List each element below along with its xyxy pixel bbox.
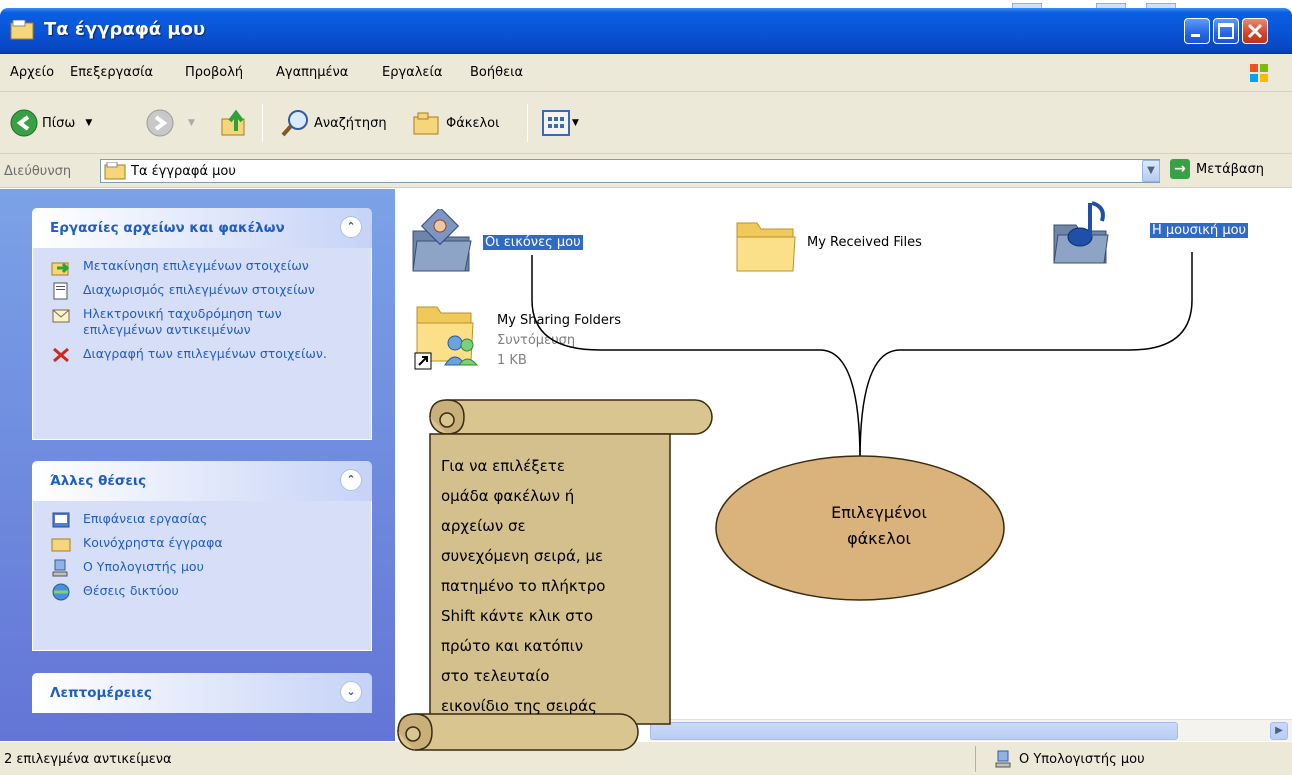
instruction-line: συνεχόμενη σειρά, με <box>441 547 604 565</box>
instruction-line: ομάδα φακέλων ή <box>441 487 575 505</box>
instruction-line: πατημένο το πλήκτρο <box>441 577 606 595</box>
instruction-line: στο τελευταίο <box>441 667 550 685</box>
callout-line: Επιλεγμένοι <box>831 503 927 522</box>
instruction-line: Shift κάντε κλικ στο <box>441 607 593 625</box>
callout-line: φάκελοι <box>847 529 911 548</box>
instruction-line: αρχείων σε <box>441 517 526 535</box>
instruction-line: Για να επιλέξετε <box>441 457 565 475</box>
callout-text: Επιλεγμένοι φάκελοι <box>764 500 994 552</box>
instruction-text: Για να επιλέξετε ομάδα φακέλων ή αρχείων… <box>441 451 661 721</box>
instruction-line: πρώτο και κατόπιν <box>441 637 584 655</box>
instruction-line: εικονίδιο της σειράς <box>441 697 597 715</box>
